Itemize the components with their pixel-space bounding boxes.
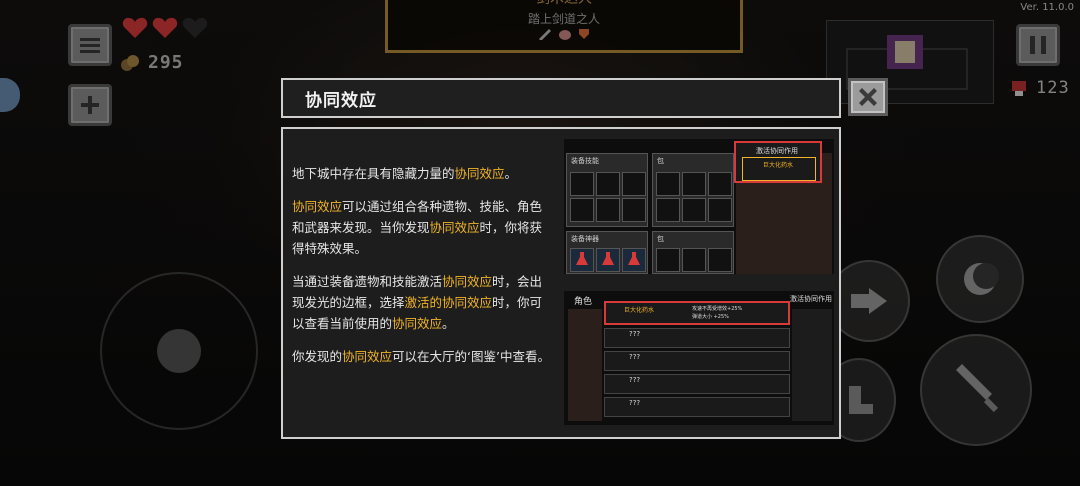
highlight-text: 协同效应 — [442, 274, 493, 289]
locked-synergy-row: ??? — [604, 351, 790, 371]
slot — [622, 198, 646, 222]
unknown-label: ??? — [629, 330, 641, 338]
highlight-text: 协同效应 — [392, 316, 443, 331]
equip-weapon-panel: 装备神器 — [566, 231, 648, 274]
paragraph-2: 协同效应可以通过组合各种遗物、技能、角色和武器来发现。当你发现协同效应时，你将获… — [292, 196, 554, 259]
unknown-label: ??? — [629, 399, 641, 407]
text: 当通过装备遗物和技能激活 — [292, 274, 443, 289]
slot — [570, 198, 594, 222]
equip-skill-panel: 装备技能 — [566, 153, 648, 227]
active-synergy-highlight: 激活协同作用 巨大化药水 — [734, 141, 822, 183]
highlight-text: 协同效应 — [292, 199, 343, 214]
highlight-text: 协同效应 — [342, 349, 393, 364]
slot — [570, 172, 594, 196]
slot — [682, 248, 706, 272]
dialog-header: 协同效应 — [281, 78, 841, 118]
slot — [596, 198, 620, 222]
active-synergy-tab: 激活协同作用 — [790, 295, 832, 303]
slot — [656, 172, 680, 196]
synergy-row-desc: 攻速不再受增效+25% — [692, 306, 743, 312]
bag-panel-1: 包 — [652, 153, 734, 227]
panel-label: 装备技能 — [571, 157, 599, 165]
synergy-name: 巨大化药水 — [763, 162, 794, 169]
synergy-row-desc: 弹道大小 +25% — [692, 314, 729, 320]
potion-slot — [622, 248, 646, 272]
synergy-row-title: 巨大化药水 — [624, 307, 655, 314]
character-tab: 角色 — [574, 297, 593, 307]
text: 。 — [442, 316, 455, 331]
paragraph-3: 当通过装备遗物和技能激活协同效应时，会出现发光的边框，选择激活的协同效应时，你可… — [292, 271, 554, 334]
character-preview — [568, 309, 602, 421]
slot — [656, 248, 680, 272]
highlight-text: 协同效应 — [429, 220, 480, 235]
close-icon — [859, 88, 877, 106]
slot — [682, 172, 706, 196]
panel-label: 包 — [657, 235, 664, 243]
potion-slot — [596, 248, 620, 272]
example-screenshot-synergy-list: 角色 激活协同作用 巨大化药水 攻速不再受增效+25% 弹道大小 +25% ??… — [564, 291, 834, 425]
slot — [656, 198, 680, 222]
slot — [708, 172, 732, 196]
locked-synergy-row: ??? — [604, 328, 790, 348]
dialog-title: 协同效应 — [305, 90, 377, 111]
highlight-text: 激活的协同效应 — [404, 295, 493, 310]
paragraph-4: 你发现的协同效应可以在大厅的‘图鉴’中查看。 — [292, 346, 554, 367]
locked-synergy-row: ??? — [604, 397, 790, 417]
slot — [708, 248, 732, 272]
text: 你发现的 — [292, 349, 343, 364]
bag-panel-2: 包 — [652, 231, 734, 274]
text: 。 — [504, 166, 518, 181]
paragraph-1: 地下城中存在具有隐藏力量的协同效应。 — [292, 163, 554, 184]
close-button[interactable] — [848, 78, 888, 116]
slot — [682, 198, 706, 222]
locked-synergy-row: ??? — [604, 374, 790, 394]
panel-label: 装备神器 — [571, 235, 599, 243]
synergy-description: 地下城中存在具有隐藏力量的协同效应。 协同效应可以通过组合各种遗物、技能、角色和… — [292, 163, 554, 379]
slot — [622, 172, 646, 196]
potion-icon — [628, 252, 640, 265]
unknown-label: ??? — [629, 353, 641, 361]
unknown-label: ??? — [629, 376, 641, 384]
slot — [596, 172, 620, 196]
game-scene-preview — [792, 309, 832, 421]
text: 地下城中存在具有隐藏力量的 — [292, 166, 455, 181]
highlight-text: 协同效应 — [454, 166, 505, 181]
potion-slot — [570, 248, 594, 272]
panel-label: 包 — [657, 157, 664, 165]
example-screenshot-inventory: 装备技能 包 装备神器 包 激活协同作用 巨大化药水 — [564, 139, 834, 274]
synergy-card: 巨大化药水 — [742, 157, 816, 181]
potion-icon — [576, 252, 588, 265]
potion-icon — [602, 252, 614, 265]
active-synergy-title: 激活协同作用 — [756, 147, 798, 155]
text: 可以在大厅的‘图鉴’中查看。 — [392, 349, 550, 364]
active-synergy-row: 巨大化药水 攻速不再受增效+25% 弹道大小 +25% — [604, 301, 790, 325]
slot — [708, 198, 732, 222]
